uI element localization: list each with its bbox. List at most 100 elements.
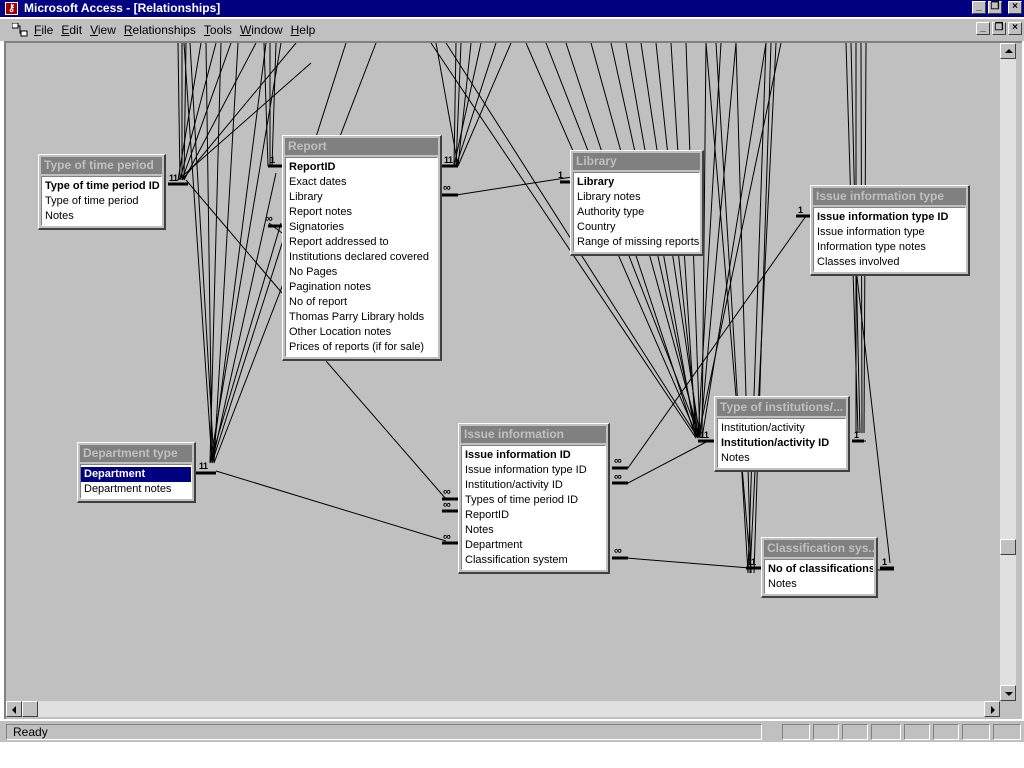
field-item[interactable]: Type of time period ID <box>42 179 161 194</box>
table-type-of-institutions[interactable]: Type of institutions/... Institution/act… <box>714 396 850 472</box>
field-item[interactable]: Department notes <box>81 482 191 497</box>
field-item[interactable]: Issue information type ID <box>814 210 965 225</box>
field-item[interactable]: Other Location notes <box>286 325 437 340</box>
table-issue-information[interactable]: Issue information Issue information ID I… <box>458 423 610 574</box>
table-title[interactable]: Type of time period <box>41 157 162 174</box>
table-department-type[interactable]: Department type Department Department no… <box>77 442 196 503</box>
menu: File Edit View Relationships Tools Windo… <box>34 23 323 37</box>
field-item[interactable]: Classification system <box>462 553 605 568</box>
table-title[interactable]: Issue information <box>461 426 606 443</box>
menu-tools[interactable]: Tools <box>204 23 237 37</box>
field-list: Issue information type ID Issue informat… <box>813 207 966 272</box>
status-text: Ready <box>6 724 762 740</box>
menu-relationships[interactable]: Relationships <box>124 23 201 37</box>
field-item-selected[interactable]: Department <box>81 467 191 482</box>
field-item[interactable]: Institution/activity <box>718 421 845 436</box>
field-item[interactable]: Classes involved <box>814 255 965 270</box>
table-type-of-time-period[interactable]: Type of time period Type of time period … <box>38 154 166 230</box>
table-title[interactable]: Issue information type <box>813 188 966 205</box>
menu-view[interactable]: View <box>90 23 121 37</box>
field-item[interactable]: Signatories <box>286 220 437 235</box>
scroll-right-button[interactable] <box>984 701 1000 717</box>
horizontal-scroll-thumb[interactable] <box>22 701 38 717</box>
field-item[interactable]: Report notes <box>286 205 437 220</box>
field-item[interactable]: Notes <box>42 209 161 224</box>
scroll-left-button[interactable] <box>6 701 22 717</box>
field-item[interactable]: No Pages <box>286 265 437 280</box>
relationships-canvas[interactable]: 1 1 1 1 1 ∞ 1 1 ∞ 1 1 ∞ ∞ ∞ ∞ ∞ ∞ 1 1 1 … <box>6 43 1000 701</box>
menu-help[interactable]: Help <box>291 23 321 37</box>
field-item[interactable]: Range of missing reports <box>574 235 699 250</box>
caption-buttons: _ ❐ × <box>972 1 1022 14</box>
field-item[interactable]: Type of time period <box>42 194 161 209</box>
title-bar[interactable]: ⚷ Microsoft Access - [Relationships] _ ❐… <box>0 0 1024 17</box>
table-title[interactable]: Report <box>285 138 438 155</box>
many-marker: ∞ <box>443 182 451 194</box>
table-library[interactable]: Library Library Library notes Authority … <box>570 150 704 256</box>
one-marker: 1 <box>882 557 888 567</box>
mdi-close-button[interactable]: × <box>1008 22 1022 35</box>
field-item[interactable]: ReportID <box>286 160 437 175</box>
minimize-button[interactable]: _ <box>972 1 986 14</box>
field-item[interactable]: No of classifications <box>765 562 873 577</box>
relationships-icon[interactable] <box>12 23 28 37</box>
field-item[interactable]: Prices of reports (if for sale) <box>286 340 437 355</box>
many-marker: ∞ <box>265 213 273 225</box>
field-item[interactable]: Issue information type <box>814 225 965 240</box>
field-item[interactable]: Types of time period ID <box>462 493 605 508</box>
field-item[interactable]: Information type notes <box>814 240 965 255</box>
menu-window[interactable]: Window <box>240 23 288 37</box>
table-issue-information-type[interactable]: Issue information type Issue information… <box>810 185 970 276</box>
field-item[interactable]: Library <box>286 190 437 205</box>
field-list: No of classifications Notes <box>764 559 874 594</box>
mdi-restore-button[interactable]: ❐ <box>992 22 1006 35</box>
relationship-lines <box>168 43 894 574</box>
vertical-scroll-thumb[interactable] <box>1000 539 1016 555</box>
scroll-up-button[interactable] <box>1000 43 1016 59</box>
table-title[interactable]: Type of institutions/... <box>717 399 846 416</box>
status-panel <box>871 724 901 740</box>
field-item[interactable]: Notes <box>462 523 605 538</box>
restore-button[interactable]: ❐ <box>988 1 1002 14</box>
vertical-scrollbar[interactable] <box>1000 43 1016 701</box>
status-panel <box>904 724 930 740</box>
status-bar: Ready <box>0 720 1024 742</box>
field-item[interactable]: Issue information ID <box>462 448 605 463</box>
status-panel <box>933 724 959 740</box>
field-item[interactable]: Institutions declared covered <box>286 250 437 265</box>
close-button[interactable]: × <box>1008 1 1022 14</box>
field-item[interactable]: Department <box>462 538 605 553</box>
field-item[interactable]: ReportID <box>462 508 605 523</box>
many-marker: ∞ <box>614 545 622 557</box>
table-title[interactable]: Classification sys... <box>764 540 874 557</box>
field-item[interactable]: Library notes <box>574 190 699 205</box>
field-item[interactable]: Pagination notes <box>286 280 437 295</box>
field-item[interactable]: Institution/activity ID <box>462 478 605 493</box>
table-title[interactable]: Department type <box>80 445 192 462</box>
menu-file[interactable]: File <box>34 23 58 37</box>
field-item[interactable]: Library <box>574 175 699 190</box>
mdi-minimize-button[interactable]: _ <box>976 22 990 35</box>
field-item[interactable]: Exact dates <box>286 175 437 190</box>
one-marker: 1 <box>704 430 710 440</box>
field-item[interactable]: Notes <box>718 451 845 466</box>
field-list: ReportID Exact dates Library Report note… <box>285 157 438 357</box>
field-item[interactable]: Report addressed to <box>286 235 437 250</box>
field-item[interactable]: Country <box>574 220 699 235</box>
scroll-down-button[interactable] <box>1000 685 1016 701</box>
field-item[interactable]: Issue information type ID <box>462 463 605 478</box>
field-item[interactable]: No of report <box>286 295 437 310</box>
field-item[interactable]: Authority type <box>574 205 699 220</box>
one-marker: 1 <box>751 557 757 567</box>
field-list: Library Library notes Authority type Cou… <box>573 172 700 252</box>
one-marker: 1 <box>270 155 276 165</box>
table-title[interactable]: Library <box>573 153 700 170</box>
horizontal-scrollbar[interactable] <box>6 701 1000 717</box>
field-item[interactable]: Institution/activity ID <box>718 436 845 451</box>
menu-edit[interactable]: Edit <box>61 23 87 37</box>
table-classification-system[interactable]: Classification sys... No of classificati… <box>761 537 878 598</box>
table-report[interactable]: Report ReportID Exact dates Library Repo… <box>282 135 442 361</box>
access-key-icon[interactable]: ⚷ <box>5 2 18 15</box>
field-item[interactable]: Notes <box>765 577 873 592</box>
field-item[interactable]: Thomas Parry Library holds <box>286 310 437 325</box>
